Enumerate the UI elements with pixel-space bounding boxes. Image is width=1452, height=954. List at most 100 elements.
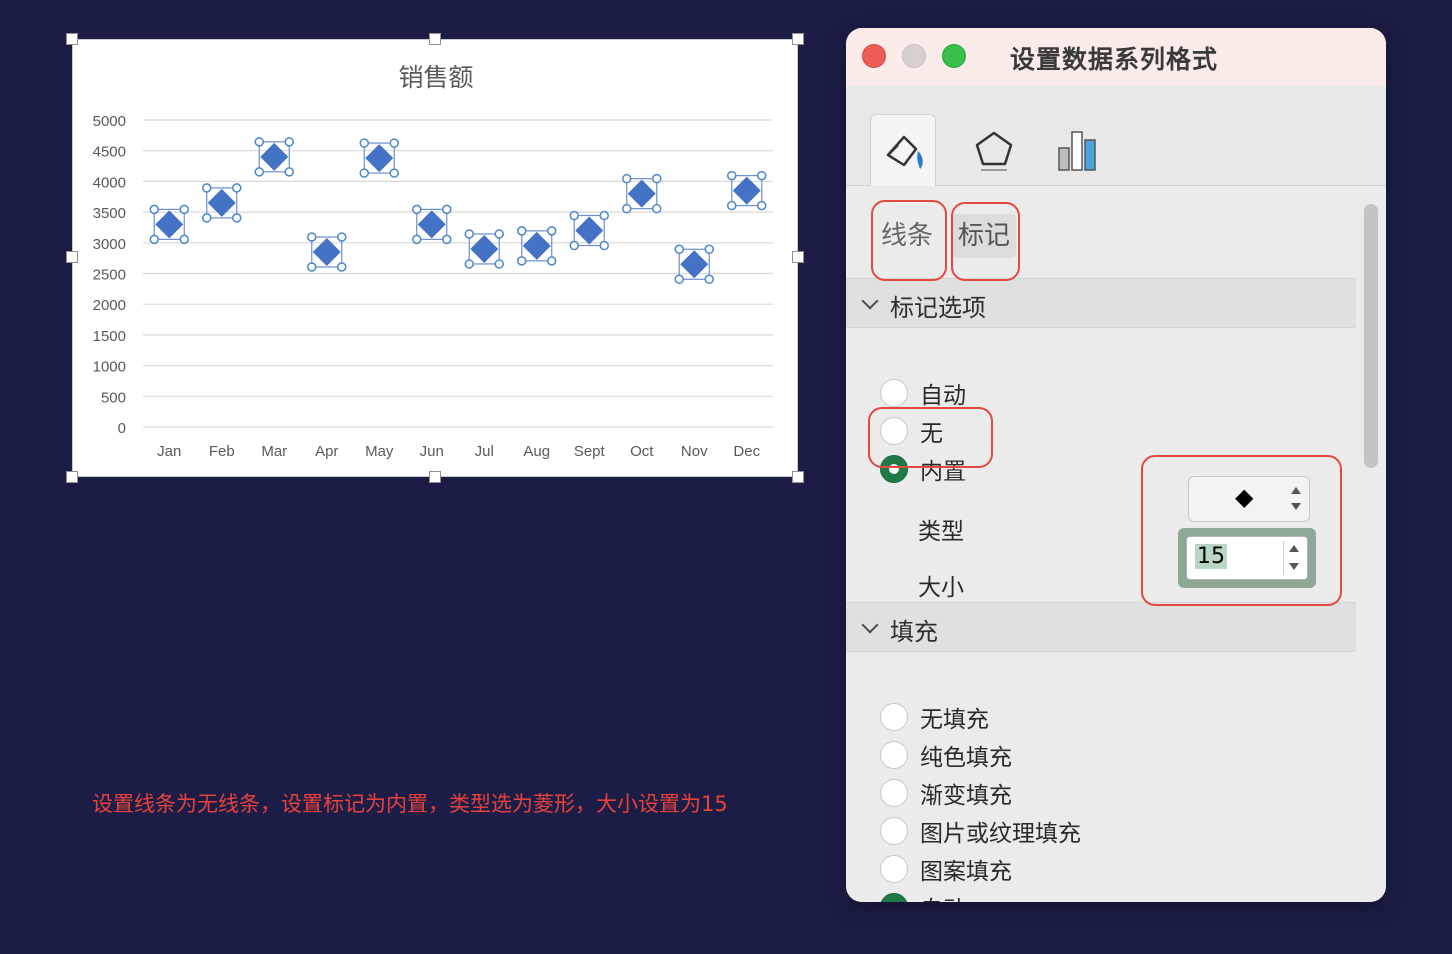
radio-circle[interactable] [880, 741, 908, 769]
fill-header[interactable]: 填充 [846, 602, 1356, 652]
marker-selection-handle [569, 240, 579, 251]
x-tick-label: Oct [630, 443, 654, 460]
data-point-marker [627, 179, 656, 208]
resize-handle-nw[interactable] [66, 33, 78, 45]
marker-selection-handle [254, 137, 264, 147]
marker-selection-handle [464, 229, 474, 239]
marker-selection-handle [757, 170, 767, 181]
marker-selection-handle [652, 173, 662, 184]
y-tick-label: 1000 [93, 359, 126, 376]
marker-selection-handle [202, 183, 212, 193]
tab-effects[interactable] [960, 114, 1026, 186]
radio-circle[interactable] [880, 703, 908, 731]
resize-handle-e[interactable] [792, 251, 804, 263]
chevron-down-icon [861, 292, 879, 310]
radio-circle[interactable] [880, 379, 908, 407]
radio-label: 无填充 [920, 707, 989, 733]
marker-selection-handle [359, 168, 369, 178]
marker-selection-handle [517, 256, 527, 266]
y-tick-label: 2000 [93, 297, 126, 314]
data-point-marker [470, 234, 499, 263]
effects-icon [975, 131, 1013, 171]
radio-circle[interactable] [880, 855, 908, 883]
marker-selection-handle [442, 234, 452, 245]
marker-selection-handle [149, 204, 159, 215]
x-tick-label: May [365, 443, 394, 460]
radio-label: 图片或纹理填充 [920, 821, 1081, 847]
data-point-marker [417, 210, 446, 239]
x-tick-label: Apr [315, 443, 338, 460]
tab-fill-line[interactable] [870, 114, 936, 187]
resize-handle-se[interactable] [792, 471, 804, 483]
resize-handle-s[interactable] [429, 471, 441, 483]
marker-selection-handle [359, 138, 369, 148]
y-tick-label: 0 [118, 420, 126, 437]
sales-chart[interactable]: 销售额5000450040003500300025002000150010005… [73, 40, 799, 478]
y-tick-label: 3000 [93, 236, 126, 253]
annotation-line-tab [871, 200, 947, 281]
marker-selection-handle [307, 262, 317, 272]
instruction-text: 设置线条为无线条，设置标记为内置，类型选为菱形，大小设置为15 [92, 792, 728, 816]
marker-selection-handle [517, 226, 527, 236]
chevron-down-icon [861, 616, 879, 634]
radio-circle-selected[interactable] [880, 893, 908, 902]
x-tick-label: Jul [475, 443, 494, 460]
close-window-button[interactable] [862, 44, 886, 68]
resize-handle-sw[interactable] [66, 471, 78, 483]
marker-selection-handle [727, 200, 737, 211]
x-tick-label: Aug [523, 443, 550, 460]
fill-label: 填充 [890, 618, 938, 646]
resize-handle-ne[interactable] [792, 33, 804, 45]
panel-tab-bar [846, 86, 1386, 187]
minimize-window-button[interactable] [902, 44, 926, 68]
y-tick-label: 3500 [93, 205, 126, 222]
y-tick-label: 4000 [93, 174, 126, 191]
marker-selection-handle [547, 226, 557, 236]
marker-selection-handle [179, 204, 189, 215]
resize-handle-n[interactable] [429, 33, 441, 45]
marker-selection-handle [494, 259, 504, 269]
marker-selection-handle [307, 232, 317, 242]
radio-label: 渐变填充 [920, 783, 1012, 809]
y-tick-label: 5000 [93, 113, 126, 130]
marker-selection-handle [337, 262, 347, 272]
marker-selection-handle [412, 234, 422, 245]
marker-selection-handle [284, 137, 294, 147]
marker-selection-handle [704, 244, 714, 255]
x-tick-label: Mar [261, 443, 287, 460]
marker-options-header[interactable]: 标记选项 [846, 278, 1356, 328]
fill-line-icon [886, 135, 923, 169]
marker-selection-handle [599, 240, 609, 251]
x-tick-label: Sept [574, 443, 606, 460]
tab-series-options[interactable] [1044, 114, 1110, 186]
marker-selection-handle [179, 234, 189, 245]
marker-selection-handle [704, 274, 714, 285]
y-tick-label: 1500 [93, 328, 126, 345]
x-tick-label: Jan [157, 443, 181, 460]
marker-size-label: 大小 [918, 575, 964, 601]
marker-selection-handle [442, 204, 452, 215]
radio-circle[interactable] [880, 817, 908, 845]
marker-selection-handle [464, 259, 474, 269]
radio-circle[interactable] [880, 779, 908, 807]
marker-selection-handle [412, 204, 422, 215]
marker-selection-handle [202, 213, 212, 223]
x-tick-label: Nov [681, 443, 708, 460]
chart-title: 销售额 [398, 63, 473, 92]
resize-handle-w[interactable] [66, 251, 78, 263]
radio-label: 纯色填充 [920, 745, 1012, 771]
marker-selection-handle [652, 203, 662, 214]
y-tick-label: 4500 [93, 144, 126, 161]
scrollbar-thumb[interactable] [1364, 204, 1378, 468]
series-options-icon [1058, 131, 1096, 171]
marker-type-label: 类型 [918, 519, 964, 545]
marker-options-label: 标记选项 [890, 294, 986, 322]
marker-selection-handle [389, 138, 399, 148]
chart-card[interactable]: 销售额 5000 4500 4000 3500 3000 2500 2000 1500 1000 5… [72, 39, 798, 477]
annotation-builtin [868, 407, 993, 468]
data-point-marker [155, 210, 184, 239]
data-point-marker [575, 216, 604, 245]
maximize-window-button[interactable] [942, 44, 966, 68]
radio-label: 图案填充 [920, 859, 1012, 885]
radio-label: 自动 [920, 383, 966, 409]
